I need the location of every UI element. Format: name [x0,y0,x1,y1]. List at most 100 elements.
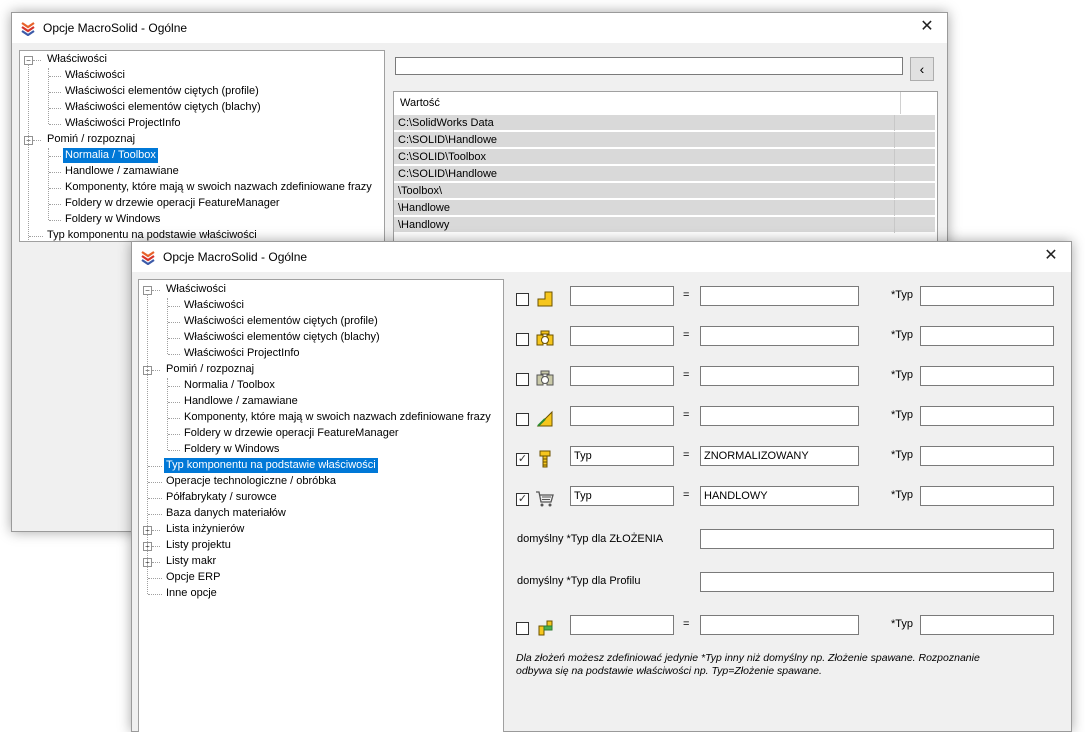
property-name-input[interactable] [570,286,674,306]
tree-item[interactable]: Właściwości ProjectInfo [20,116,384,132]
close-button[interactable]: ✕ [917,17,937,37]
tree-item[interactable]: Właściwości [139,298,503,314]
property-name-input[interactable] [570,326,674,346]
property-name-input[interactable] [570,615,674,635]
tree-item[interactable]: Operacje technologiczne / obróbka [139,474,503,490]
tree-item-label: Foldery w Windows [184,443,280,455]
tree-item[interactable]: Właściwości elementów ciętych (blachy) [20,100,384,116]
collapse-button[interactable]: ‹ [910,57,934,81]
search-input[interactable] [395,57,903,75]
tree-item[interactable]: Właściwości [20,68,384,84]
rule-checkbox[interactable] [516,293,529,306]
type-input[interactable] [920,406,1054,426]
tree-item[interactable]: Typ komponentu na podstawie właściwości [139,458,503,474]
tree-connector [168,434,180,435]
tree-item[interactable]: + Listy makr [139,554,503,570]
rule-checkbox[interactable] [516,622,529,635]
macrosolid-logo-icon [141,251,155,265]
tree-item-label: Baza danych materiałów [166,507,286,519]
close-button[interactable]: ✕ [1041,246,1061,266]
assembly-icon [535,329,555,349]
tree-item[interactable]: Handlowe / zamawiane [20,164,384,180]
type-input[interactable] [920,615,1054,635]
tree-item[interactable]: − Pomiń / rozpoznaj [20,132,384,148]
table-row[interactable]: \Handlowy [394,217,935,233]
tree-item[interactable]: Foldery w drzewie operacji FeatureManage… [139,426,503,442]
table-cell: C:\SOLID\Handlowe [398,168,498,180]
tree-item[interactable]: − Właściwości [139,282,503,298]
tree-item[interactable]: Właściwości elementów ciętych (profile) [20,84,384,100]
tree-item[interactable]: Półfabrykaty / surowce [139,490,503,506]
property-value-input[interactable] [700,486,859,506]
tree-item[interactable]: Komponenty, które mają w swoich nazwach … [20,180,384,196]
tree-item[interactable]: Właściwości elementów ciętych (profile) [139,314,503,330]
tree-item[interactable]: Normalia / Toolbox [139,378,503,394]
tree-item[interactable]: Właściwości ProjectInfo [139,346,503,362]
tree-item[interactable]: Właściwości elementów ciętych (blachy) [139,330,503,346]
property-value-input[interactable] [700,286,859,306]
column-divider [894,166,895,182]
tree-connector [167,298,168,354]
table-cell: C:\SOLID\Handlowe [398,134,498,146]
equals-sign: = [683,449,690,461]
property-name-input[interactable] [570,366,674,386]
tree-item-label: Pomiń / rozpoznaj [47,133,136,145]
default-assembly-type-input[interactable] [700,529,1054,549]
table-row[interactable]: \Handlowe [394,200,935,216]
type-input[interactable] [920,486,1054,506]
tree-item[interactable]: Foldery w Windows [20,212,384,228]
property-value-input[interactable] [700,326,859,346]
tree-item[interactable]: Handlowe / zamawiane [139,394,503,410]
tree-connector [33,60,41,61]
tree-item[interactable]: + Listy projektu [139,538,503,554]
table-row[interactable]: C:\SOLID\Handlowe [394,132,935,148]
tree-connector [152,370,160,371]
tree-item-label: Właściwości ProjectInfo [184,347,300,359]
tree-item[interactable]: Baza danych materiałów [139,506,503,522]
rule-checkbox[interactable] [516,373,529,386]
rule-checkbox-checked[interactable]: ✓ [516,453,529,466]
table-row[interactable]: C:\SOLID\Toolbox [394,149,935,165]
rule-checkbox[interactable] [516,333,529,346]
tree-item-label: Właściwości elementów ciętych (profile) [65,85,259,97]
table-row[interactable]: \Toolbox\ [394,183,935,199]
rule-checkbox[interactable] [516,413,529,426]
tree-item[interactable]: Typ komponentu na podstawie właściwości [20,228,384,241]
tree-item[interactable]: Normalia / Toolbox [20,148,384,164]
default-profile-type-input[interactable] [700,572,1054,592]
tree-item-label: Handlowe / zamawiane [184,395,298,407]
tree-item[interactable]: Foldery w Windows [139,442,503,458]
property-value-input[interactable] [700,406,859,426]
tree-item[interactable]: − Pomiń / rozpoznaj [139,362,503,378]
default-profile-type-label: domyślny *Typ dla Profilu [517,575,641,587]
options-tree[interactable]: − Właściwości Właściwości Właściwości eleme… [138,279,504,732]
property-value-input[interactable] [700,446,859,466]
tree-item-label: Normalia / Toolbox [63,148,158,163]
property-value-input[interactable] [700,366,859,386]
values-grid[interactable]: Wartość C:\SolidWorks Data C:\SOLID\Handl… [393,91,938,243]
tree-item[interactable]: + Lista inżynierów [139,522,503,538]
options-tree[interactable]: − Właściwości Właściwości Właściwości eleme… [19,50,385,242]
equals-sign: = [683,489,690,501]
type-label: *Typ [891,409,914,421]
type-input[interactable] [920,326,1054,346]
tree-item-label: Operacje technologiczne / obróbka [166,475,336,487]
property-name-input[interactable] [570,486,674,506]
tree-item[interactable]: Inne opcje [139,586,503,602]
table-row[interactable]: C:\SOLID\Handlowe [394,166,935,182]
tree-item-label: Listy projektu [166,539,231,551]
tree-item[interactable]: − Właściwości [20,52,384,68]
type-input[interactable] [920,366,1054,386]
tree-item[interactable]: Komponenty, które mają w swoich nazwach … [139,410,503,426]
property-name-input[interactable] [570,406,674,426]
tree-connector [49,220,61,221]
tree-item[interactable]: Opcje ERP [139,570,503,586]
property-name-input[interactable] [570,446,674,466]
property-value-input[interactable] [700,615,859,635]
type-input[interactable] [920,446,1054,466]
tree-connector [168,306,180,307]
tree-item[interactable]: Foldery w drzewie operacji FeatureManage… [20,196,384,212]
table-row[interactable]: C:\SolidWorks Data [394,115,935,131]
rule-checkbox-checked[interactable]: ✓ [516,493,529,506]
type-input[interactable] [920,286,1054,306]
